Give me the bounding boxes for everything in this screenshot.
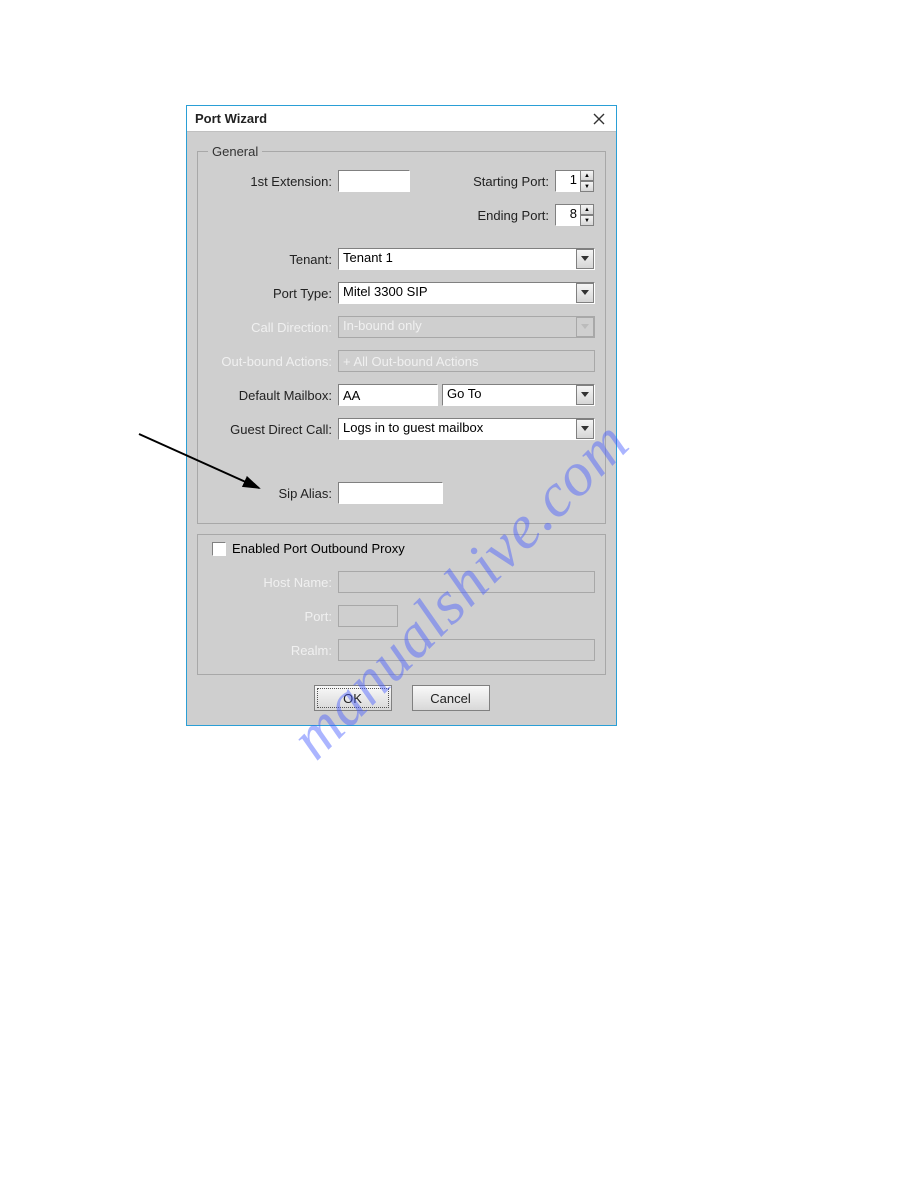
port-wizard-window: Port Wizard General 1st Extension: Start… [186, 105, 617, 726]
starting-port-value[interactable]: 1 [555, 170, 581, 192]
cancel-button[interactable]: Cancel [412, 685, 490, 711]
proxy-enabled-label: Enabled Port Outbound Proxy [232, 541, 405, 556]
ending-port-spinner[interactable]: 8 ▲ ▼ [555, 204, 595, 226]
default-mailbox-label: Default Mailbox: [208, 388, 338, 403]
window-title: Port Wizard [195, 111, 267, 126]
port-type-select[interactable]: Mitel 3300 SIP [338, 282, 595, 304]
outbound-actions-label: Out-bound Actions: [208, 354, 338, 369]
ending-port-value[interactable]: 8 [555, 204, 581, 226]
close-button[interactable] [590, 110, 608, 128]
default-mailbox-input[interactable] [338, 384, 438, 406]
starting-port-label: Starting Port: [410, 174, 555, 189]
proxy-host-input [338, 571, 595, 593]
tenant-value: Tenant 1 [338, 248, 595, 270]
chevron-down-icon [581, 392, 589, 398]
proxy-host-label: Host Name: [208, 575, 338, 590]
call-direction-dropdown-button [576, 317, 594, 337]
ending-port-label: Ending Port: [410, 208, 555, 223]
default-mailbox-action-value: Go To [442, 384, 595, 406]
default-mailbox-action-dropdown-button[interactable] [576, 385, 594, 405]
sip-alias-input[interactable] [338, 482, 443, 504]
button-bar: OK Cancel [197, 685, 606, 711]
port-type-value: Mitel 3300 SIP [338, 282, 595, 304]
chevron-down-icon [581, 290, 589, 296]
general-group: General 1st Extension: Starting Port: 1 … [197, 144, 606, 524]
call-direction-value: In-bound only [338, 316, 595, 338]
guest-direct-call-value: Logs in to guest mailbox [338, 418, 595, 440]
tenant-label: Tenant: [208, 252, 338, 267]
starting-port-down[interactable]: ▼ [580, 181, 594, 192]
first-extension-input[interactable] [338, 170, 410, 192]
chevron-down-icon [581, 426, 589, 432]
ok-button[interactable]: OK [314, 685, 392, 711]
proxy-port-label: Port: [208, 609, 338, 624]
proxy-realm-label: Realm: [208, 643, 338, 658]
guest-direct-call-select[interactable]: Logs in to guest mailbox [338, 418, 595, 440]
port-type-label: Port Type: [208, 286, 338, 301]
ending-port-up[interactable]: ▲ [580, 204, 594, 215]
guest-direct-call-label: Guest Direct Call: [208, 422, 338, 437]
proxy-group: Enabled Port Outbound Proxy Host Name: P… [197, 534, 606, 675]
ending-port-down[interactable]: ▼ [580, 215, 594, 226]
starting-port-up[interactable]: ▲ [580, 170, 594, 181]
tenant-select[interactable]: Tenant 1 [338, 248, 595, 270]
outbound-actions-value: + All Out-bound Actions [343, 354, 479, 369]
general-legend: General [208, 144, 262, 159]
tenant-dropdown-button[interactable] [576, 249, 594, 269]
starting-port-spinner[interactable]: 1 ▲ ▼ [555, 170, 595, 192]
proxy-enabled-checkbox[interactable] [212, 542, 226, 556]
call-direction-label: Call Direction: [208, 320, 338, 335]
close-icon [593, 113, 605, 125]
outbound-actions-button: + All Out-bound Actions [338, 350, 595, 372]
first-extension-label: 1st Extension: [208, 174, 338, 189]
guest-direct-call-dropdown-button[interactable] [576, 419, 594, 439]
proxy-realm-input [338, 639, 595, 661]
chevron-down-icon [581, 324, 589, 330]
window-body: General 1st Extension: Starting Port: 1 … [187, 132, 616, 725]
titlebar: Port Wizard [187, 106, 616, 132]
sip-alias-label: Sip Alias: [208, 486, 338, 501]
port-type-dropdown-button[interactable] [576, 283, 594, 303]
chevron-down-icon [581, 256, 589, 262]
proxy-port-input [338, 605, 398, 627]
default-mailbox-action-select[interactable]: Go To [442, 384, 595, 406]
call-direction-select: In-bound only [338, 316, 595, 338]
